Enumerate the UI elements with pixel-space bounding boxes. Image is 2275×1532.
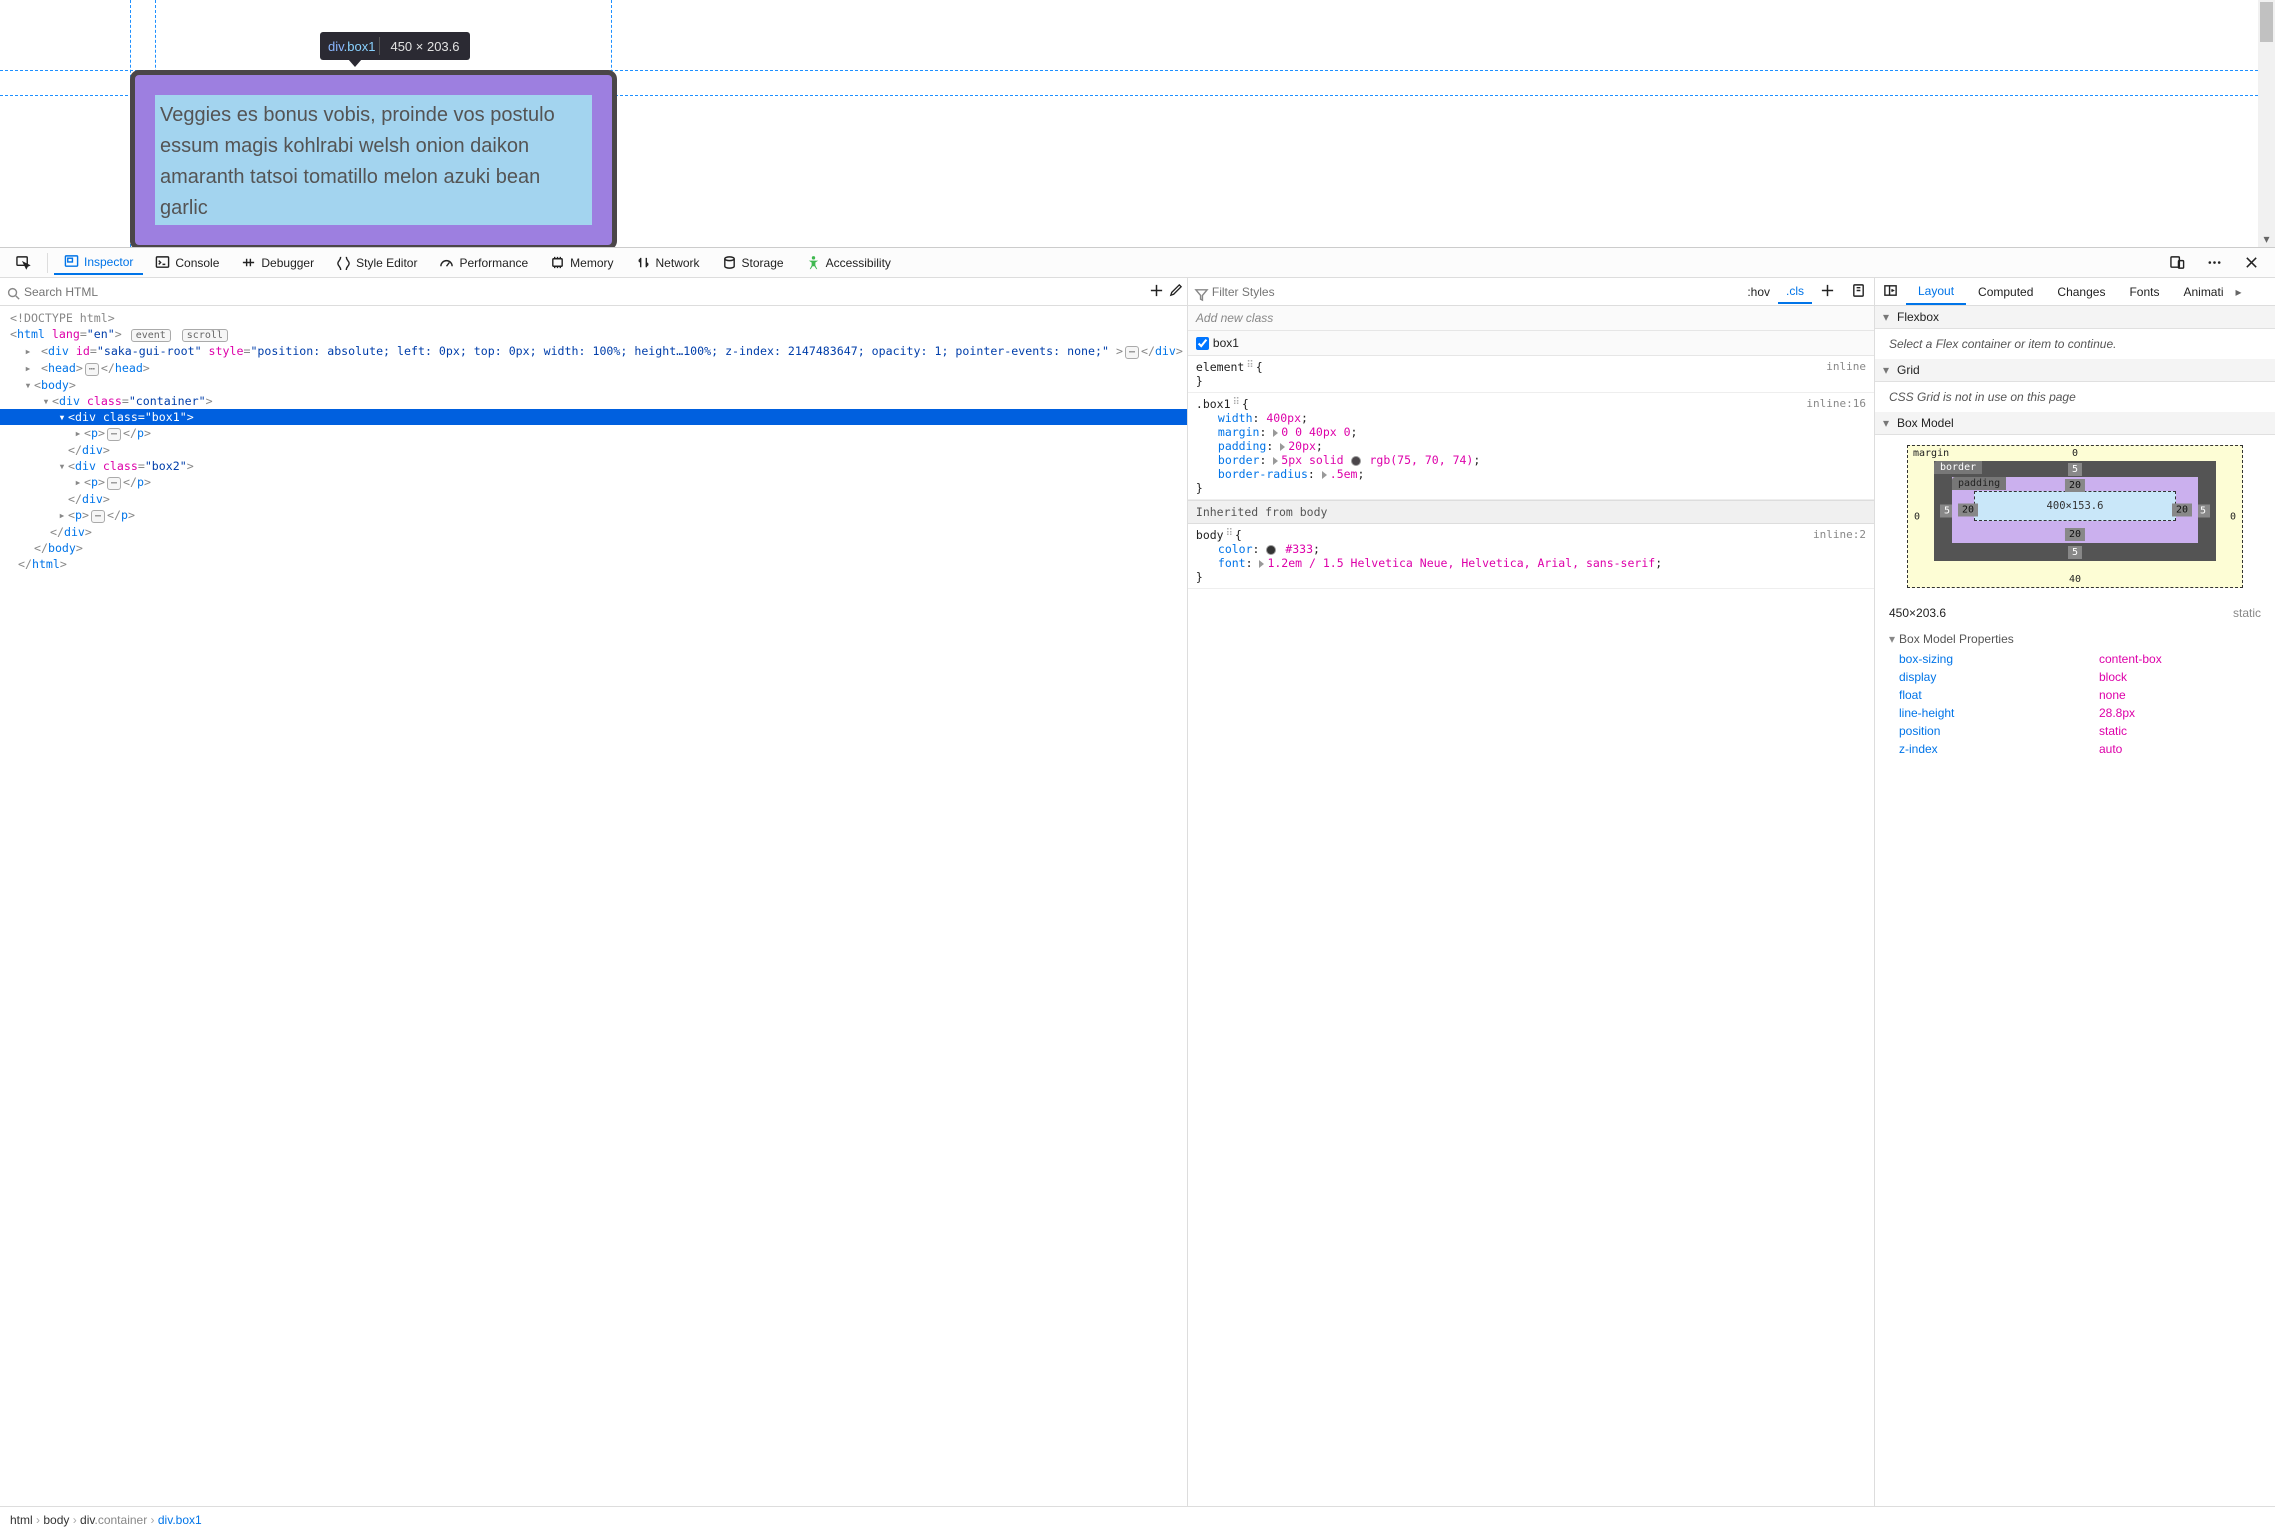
tab-network[interactable]: Network: [626, 251, 710, 274]
add-element-button[interactable]: [1149, 283, 1164, 301]
tab-console[interactable]: Console: [145, 251, 229, 274]
box-model-dimensions: 450×203.6: [1889, 606, 1946, 620]
dom-tree[interactable]: <!DOCTYPE html> <html lang="en"> event s…: [0, 306, 1187, 1506]
inspected-element-text: Veggies es bonus vobis, proinde vos post…: [160, 100, 587, 224]
class-checkbox-box1[interactable]: [1196, 337, 1209, 350]
filter-styles-input[interactable]: [1212, 281, 1739, 303]
breadcrumb-item[interactable]: div.box1: [158, 1513, 202, 1527]
toggle-light-button[interactable]: [1843, 279, 1874, 305]
class-label: box1: [1213, 336, 1239, 350]
close-devtools-button[interactable]: [2234, 251, 2269, 274]
scroll-badge[interactable]: scroll: [182, 329, 228, 342]
breadcrumb-item[interactable]: div.container: [80, 1513, 147, 1527]
bm-prop-name: box-sizing: [1899, 652, 2099, 666]
bm-prop-name: line-height: [1899, 706, 2099, 720]
meatball-menu-button[interactable]: [2197, 251, 2232, 274]
inherited-header: Inherited from body: [1188, 500, 1874, 524]
grid-section-header[interactable]: ▾Grid: [1875, 359, 2275, 382]
box-model-section-header[interactable]: ▾Box Model: [1875, 412, 2275, 435]
grid-message: CSS Grid is not in use on this page: [1875, 382, 2275, 412]
viewport-scrollbar[interactable]: ▴ ▾: [2258, 0, 2275, 247]
sidebar-expand-button[interactable]: [1875, 279, 1906, 305]
dom-panel: <!DOCTYPE html> <html lang="en"> event s…: [0, 278, 1188, 1506]
sidebar-tab-computed[interactable]: Computed: [1966, 280, 2045, 304]
responsive-mode-button[interactable]: [2160, 251, 2195, 274]
bm-prop-name: display: [1899, 670, 2099, 684]
flexbox-message: Select a Flex container or item to conti…: [1875, 329, 2275, 359]
rules-panel: :hov .cls Add new class box1 element⠿ {i…: [1188, 278, 1875, 1506]
box-model-diagram[interactable]: margin 0 0 40 0 border 5 5 5 5 padding: [1907, 445, 2243, 588]
bm-prop-value: content-box: [2099, 652, 2162, 666]
eyedropper-button[interactable]: [1168, 283, 1183, 301]
tab-accessibility[interactable]: Accessibility: [796, 251, 901, 274]
bm-prop-value: static: [2099, 724, 2127, 738]
sidebar-tab-changes[interactable]: Changes: [2045, 280, 2117, 304]
breadcrumb-item[interactable]: html: [10, 1513, 33, 1527]
bm-prop-value: block: [2099, 670, 2127, 684]
bm-prop-name: float: [1899, 688, 2099, 702]
sidebar-tab-animations[interactable]: Animati: [2171, 280, 2235, 304]
cls-toggle-button[interactable]: .cls: [1778, 280, 1812, 304]
box-model-position: static: [2233, 606, 2261, 620]
page-viewport: Veggies es bonus vobis, proinde vos post…: [0, 0, 2275, 248]
layout-sidebar: Layout Computed Changes Fonts Animati ▸ …: [1875, 278, 2275, 1506]
add-class-input[interactable]: Add new class: [1188, 306, 1874, 331]
tab-inspector[interactable]: Inspector: [54, 250, 143, 275]
dom-search-input[interactable]: [4, 281, 183, 303]
tab-debugger[interactable]: Debugger: [231, 251, 324, 274]
bm-prop-name: z-index: [1899, 742, 2099, 756]
tab-storage[interactable]: Storage: [712, 251, 794, 274]
pick-element-button[interactable]: [6, 251, 41, 274]
tab-style-editor[interactable]: Style Editor: [326, 251, 427, 274]
sidebar-tab-layout[interactable]: Layout: [1906, 279, 1966, 305]
bm-prop-value: auto: [2099, 742, 2122, 756]
devtools-toolbar: Inspector Console Debugger Style Editor …: [0, 248, 2275, 278]
filter-icon: [1194, 287, 1209, 305]
breadcrumb: html › body › div.container › div.box1: [0, 1506, 2275, 1532]
dom-selected-node[interactable]: ▾<div class="box1">: [0, 409, 1187, 425]
event-badge[interactable]: event: [131, 329, 171, 342]
search-icon: [6, 286, 21, 304]
element-info-tooltip: div.box1 450 × 203.6: [320, 32, 470, 60]
bm-prop-value: none: [2099, 688, 2126, 702]
tab-performance[interactable]: Performance: [429, 251, 538, 274]
flexbox-section-header[interactable]: ▾Flexbox: [1875, 306, 2275, 329]
sidebar-tab-fonts[interactable]: Fonts: [2117, 280, 2171, 304]
pseudo-hov-button[interactable]: :hov: [1739, 281, 1778, 303]
breadcrumb-item[interactable]: body: [43, 1513, 69, 1527]
bm-prop-value: 28.8px: [2099, 706, 2135, 720]
bm-prop-name: position: [1899, 724, 2099, 738]
new-rule-button[interactable]: [1812, 279, 1843, 305]
expand-twisty[interactable]: ▸: [22, 344, 34, 358]
inspected-element-overlay: Veggies es bonus vobis, proinde vos post…: [130, 70, 617, 248]
tab-memory[interactable]: Memory: [540, 251, 623, 274]
